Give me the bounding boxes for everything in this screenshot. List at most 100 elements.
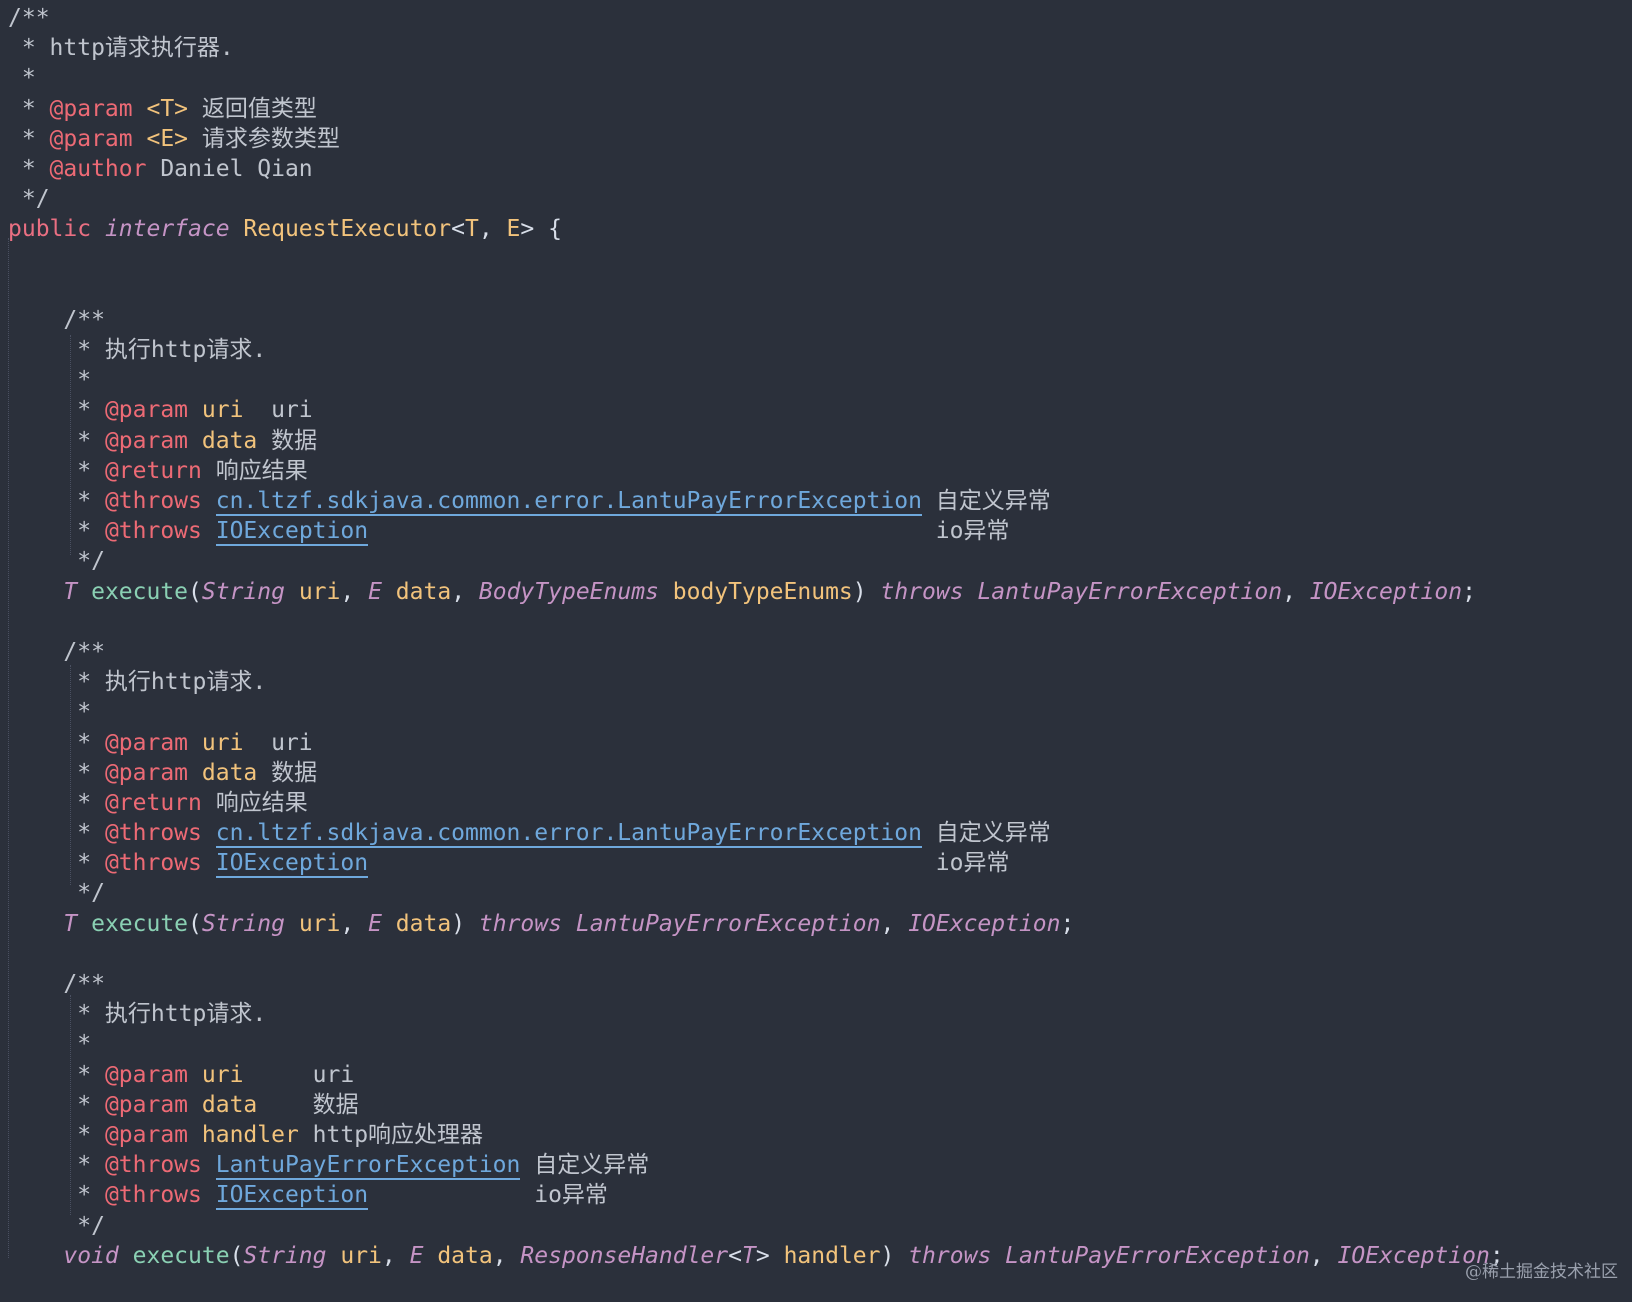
code-line: * http请求执行器.: [8, 33, 1626, 63]
code-token: T: [742, 1242, 756, 1269]
code-token: String: [201, 910, 285, 937]
code-token: * 执行http请求.: [8, 669, 267, 696]
code-token: >: [755, 1242, 770, 1269]
code-token: ,: [451, 578, 479, 605]
code-token: ): [451, 910, 479, 937]
code-token: *: [8, 789, 105, 816]
code-line: * @param data 数据: [8, 758, 1626, 788]
code-token: uri: [243, 397, 313, 424]
code-token: LantuPayErrorException: [1005, 1242, 1310, 1269]
code-token: *: [8, 1152, 105, 1179]
code-token: @param: [104, 759, 189, 786]
code-token: uri: [326, 1242, 382, 1269]
code-link[interactable]: IOException: [215, 1182, 369, 1211]
code-token: 请求参数类型: [188, 125, 340, 152]
code-token: ,: [340, 910, 369, 937]
code-token: ): [852, 578, 881, 605]
code-token: ResponseHandler: [520, 1242, 729, 1269]
code-token: 自定义异常: [921, 820, 1051, 847]
code-line: * @throws IOException io异常: [8, 516, 1626, 547]
code-token: uri: [243, 729, 313, 756]
code-token: @throws: [104, 820, 202, 847]
code-token: *: [8, 367, 92, 394]
code-link[interactable]: LantuPayErrorException: [215, 1152, 521, 1181]
code-token: ,: [880, 910, 909, 937]
code-token: uri: [284, 578, 341, 605]
code-token: *: [8, 65, 36, 92]
code-token: *: [8, 820, 105, 847]
code-line: *: [8, 697, 1626, 727]
code-token: @throws: [104, 518, 202, 545]
code-line: * @param <E> 请求参数类型: [8, 124, 1626, 154]
code-link[interactable]: cn.ltzf.sdkjava.common.error.LantuPayErr…: [215, 820, 922, 849]
code-line: /**: [8, 3, 1626, 33]
code-token: http响应处理器: [298, 1121, 484, 1148]
code-link[interactable]: cn.ltzf.sdkjava.common.error.LantuPayErr…: [215, 488, 922, 516]
code-token: @return: [104, 789, 202, 816]
code-token: ;: [1462, 578, 1476, 605]
code-token: /**: [8, 306, 105, 333]
code-token: (: [188, 910, 202, 937]
code-line: * 执行http请求.: [8, 667, 1626, 697]
code-line: * 执行http请求.: [8, 999, 1626, 1029]
code-token: String: [243, 1242, 327, 1269]
code-token: @throws: [104, 1182, 202, 1209]
code-line: /**: [8, 637, 1626, 667]
code-token: *: [8, 427, 105, 454]
code-line: */: [8, 184, 1626, 214]
code-token: execute: [77, 910, 189, 937]
code-token: 响应结果: [201, 457, 308, 484]
code-token: E: [409, 1242, 424, 1269]
code-token: <E>: [132, 125, 189, 152]
code-line: * @return 响应结果: [8, 788, 1626, 818]
code-token: BodyTypeEnums: [478, 578, 659, 605]
code-line: * @throws IOException io异常: [8, 1180, 1626, 1211]
code-token: data: [423, 1242, 493, 1269]
code-link[interactable]: IOException: [215, 850, 369, 879]
code-area[interactable]: /** * http请求执行器. * * @param <T> 返回值类型 * …: [8, 3, 1626, 1302]
code-token: *: [8, 488, 105, 514]
code-token: */: [8, 186, 50, 213]
code-token: uri: [188, 1061, 244, 1088]
code-token: E: [368, 578, 382, 605]
code-token: Daniel Qian: [146, 155, 313, 182]
code-token: execute: [77, 578, 189, 605]
code-token: T: [63, 910, 78, 937]
code-token: 数据: [257, 427, 318, 454]
code-line: * @author Daniel Qian: [8, 154, 1626, 184]
code-token: @param: [104, 1061, 189, 1088]
code-line: T execute(String uri, E data) throws Lan…: [8, 909, 1626, 939]
code-token: ,: [381, 1242, 410, 1269]
code-token: throws: [478, 910, 562, 937]
code-token: *: [8, 125, 50, 152]
code-token: 数据: [257, 759, 318, 786]
code-token: @author: [49, 155, 147, 182]
code-token: 自定义异常: [520, 1152, 650, 1179]
code-token: LantuPayErrorException: [977, 578, 1283, 605]
code-token: T: [63, 578, 78, 605]
code-link[interactable]: IOException: [215, 518, 369, 547]
code-token: */: [8, 880, 105, 907]
code-token: 响应结果: [201, 789, 308, 816]
code-token: LantuPayErrorException: [575, 910, 881, 937]
code-token: uri: [188, 729, 244, 756]
code-line: * 执行http请求.: [8, 335, 1626, 365]
code-line: * @param uri uri: [8, 1060, 1626, 1090]
code-token: <T>: [132, 95, 189, 122]
code-token: data: [381, 910, 452, 937]
code-token: ): [880, 1242, 909, 1269]
code-token: *: [8, 95, 50, 122]
code-token: handler: [188, 1121, 299, 1148]
code-token: data: [188, 427, 258, 454]
code-token: 数据: [257, 1091, 359, 1118]
